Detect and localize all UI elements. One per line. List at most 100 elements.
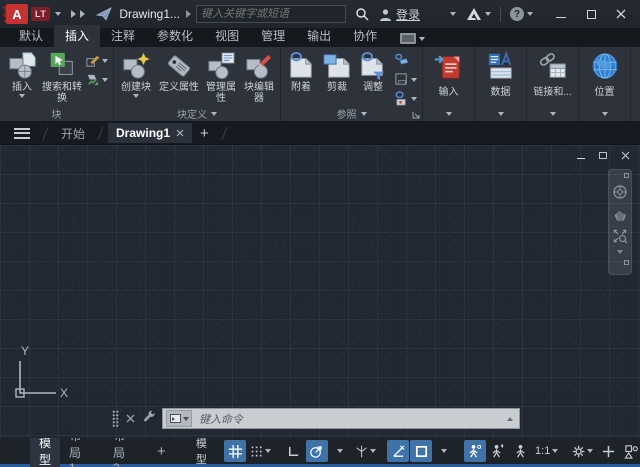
ribbon-tab-annotate[interactable]: 注释 [100,25,146,47]
quick-access-expand-button[interactable] [66,2,91,26]
insert-block-button[interactable]: 插入 [2,49,42,106]
recent-commands-button[interactable] [166,410,192,427]
clean-screen-button[interactable] [597,440,619,462]
help-search-box[interactable] [196,5,346,23]
object-snap-dropdown[interactable] [433,440,455,462]
drawing-restore-button[interactable] [594,148,612,162]
minimize-button[interactable] [546,2,576,26]
sign-in-button[interactable]: 登录 [374,2,425,26]
block-editor-button[interactable]: 块编辑器 [240,49,278,106]
edit-attribute-button[interactable] [85,53,108,68]
isolate-objects-button[interactable] [620,440,640,462]
search-input[interactable] [201,8,344,20]
polar-tracking-toggle[interactable] [306,440,328,462]
panel-block: 插入 搜索和转换 [0,47,114,121]
new-layout-button[interactable]: + [148,440,175,463]
command-line-customize-button[interactable] [143,410,156,428]
tab-close-button[interactable] [176,129,184,137]
grid-display-toggle[interactable] [224,440,246,462]
command-line-grip[interactable] [112,410,119,427]
panel-expand-link[interactable] [527,106,578,121]
panel-title-block[interactable]: 块 [0,106,113,121]
ribbon-tab-view[interactable]: 视图 [204,25,250,47]
clip-icon [322,51,352,81]
maximize-button[interactable] [576,2,606,26]
define-attributes-button[interactable]: 定义属性 [156,49,202,106]
app-menu-button[interactable]: A [6,4,28,24]
ribbon-tab-manage[interactable]: 管理 [250,25,296,47]
annotation-scale-person-button[interactable] [510,440,532,462]
object-snap-tracking-toggle[interactable] [387,440,409,462]
chevron-down-icon [419,37,425,41]
annotation-autoscale-toggle[interactable] [487,440,509,462]
attach-button[interactable]: 附着 [283,49,319,106]
chevron-up-icon[interactable] [507,417,513,421]
ribbon-tab-collaborate[interactable]: 协作 [342,25,388,47]
drawing-close-button[interactable] [616,148,634,162]
panel-reference: 附着 剪裁 调整 [281,47,423,121]
workspace-switching-button[interactable] [569,440,596,462]
search-convert-button[interactable]: 搜索和转换 [42,49,82,106]
navbar-handle-icon [624,173,629,178]
help-button[interactable]: ? [505,2,538,26]
zoom-extents-icon[interactable] [612,228,628,244]
drawing-canvas[interactable]: Y X 键入命令 [0,145,640,438]
panel-title-reference[interactable]: 参照 [281,106,422,121]
command-line: 键入命令 [112,407,520,430]
quick-access-dropdown[interactable] [50,2,66,26]
tab-start[interactable]: 开始 [53,122,93,145]
panel-expand-location[interactable] [579,106,630,121]
manage-attributes-label: 管理属性 [202,82,240,104]
snap-mode-toggle[interactable] [247,440,274,462]
chevron-down-icon [441,449,447,453]
set-location-button[interactable]: 位置 [579,47,630,106]
manage-attributes-button[interactable]: 管理属性 [202,49,240,106]
data-button[interactable]: 数据 [475,47,526,106]
annotation-scale-value-button[interactable]: 1:1 [533,440,561,462]
ortho-mode-toggle[interactable] [283,440,305,462]
divider [138,445,143,458]
panel-expand-data[interactable] [475,106,526,121]
link-extract-button[interactable]: 链接和... [527,47,578,106]
ucs-y-label: Y [21,344,29,358]
pan-hand-icon[interactable] [612,206,628,222]
object-snap-toggle[interactable] [410,440,432,462]
command-input[interactable]: 键入命令 [162,408,520,429]
new-drawing-tab-button[interactable]: + [192,125,217,142]
ribbon-tab-parametric[interactable]: 参数化 [146,25,204,47]
ribbon-tab-output[interactable]: 输出 [296,25,342,47]
ribbon-display-options-button[interactable] [394,31,431,47]
ribbon-tab-home[interactable]: 默认 [8,25,54,47]
clip-button[interactable]: 剪裁 [319,49,355,106]
annotation-autoscale-icon [490,444,505,459]
signin-dropdown[interactable] [445,2,461,26]
underlay-layers-button[interactable] [394,53,417,68]
search-button[interactable] [350,2,374,26]
panel-title-block-definition[interactable]: 块定义 [114,106,280,121]
close-button[interactable] [606,2,636,26]
annotation-visibility-toggle[interactable] [464,440,486,462]
steering-wheel-icon[interactable] [612,184,628,200]
sync-attribute-button[interactable] [85,72,108,87]
chevron-down-icon[interactable] [617,250,623,254]
frames-button[interactable] [394,72,417,87]
snap-to-underlays-button[interactable] [394,91,417,106]
create-block-button[interactable]: 创建块 [116,49,156,106]
drawing-minimize-button[interactable] [572,148,590,162]
import-button[interactable]: 输入 [423,47,474,106]
share-button[interactable] [91,2,117,26]
ribbon-tab-insert[interactable]: 插入 [54,25,100,47]
ortho-icon [286,444,301,459]
model-space-button[interactable]: 模型 [189,435,223,467]
tab-drawing1[interactable]: Drawing1 [108,123,192,143]
isometric-drafting-toggle[interactable] [352,440,379,462]
dialog-launcher-icon[interactable] [412,111,420,119]
file-tabs-menu-icon[interactable] [14,128,30,139]
reference-tools [391,49,420,106]
autodesk-apps-button[interactable] [461,2,496,26]
adjust-button[interactable]: 调整 [355,49,391,106]
command-line-close-button[interactable] [124,414,141,423]
polar-tracking-dropdown[interactable] [329,440,351,462]
panel-expand-import[interactable] [423,106,474,121]
navigation-bar[interactable] [608,169,632,275]
